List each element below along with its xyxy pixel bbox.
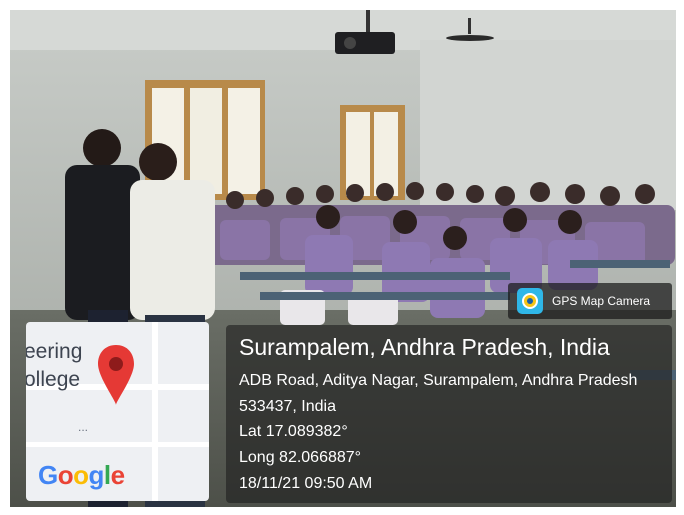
map-label-line1: eering [26, 340, 83, 363]
gps-app-name: GPS Map Camera [552, 294, 651, 308]
map-label-line2: ollege [26, 368, 81, 391]
timestamp: 18/11/21 09:50 AM [239, 475, 373, 492]
map-road [26, 442, 209, 447]
location-address: ADB Road, Aditya Nagar, Surampalem, Andh… [239, 372, 638, 415]
longitude: Long 82.066887° [239, 449, 362, 466]
map-thumbnail: eering ollege ... Google [26, 322, 209, 501]
gps-map-camera-icon [517, 288, 543, 314]
location-title: Surampalem, Andhra Pradesh, India [239, 334, 610, 360]
map-road [152, 322, 158, 501]
google-logo: Google [38, 460, 125, 490]
map-dots: ... [78, 420, 89, 434]
map-pin-icon [98, 345, 134, 405]
latitude: Lat 17.089382° [239, 423, 348, 440]
gps-map-camera-badge: GPS Map Camera [508, 283, 672, 319]
